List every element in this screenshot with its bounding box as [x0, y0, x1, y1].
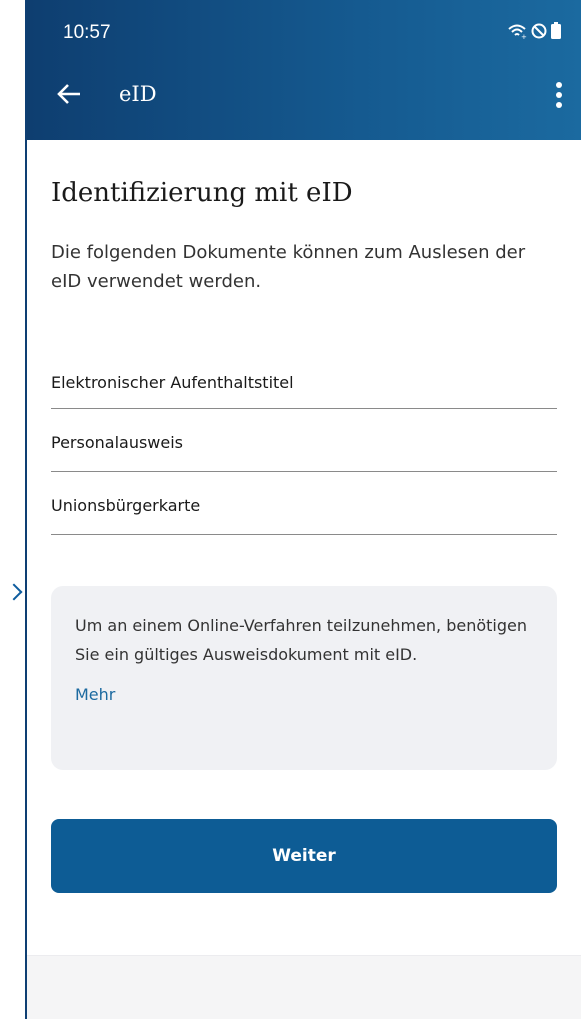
screen: 10:57 + eID Identifizierung mit eID Die …	[0, 0, 581, 1019]
phone-screen: 10:57 + eID Identifizierung mit eID Die …	[25, 0, 581, 1019]
outer-margin	[0, 0, 25, 1019]
overflow-menu-button[interactable]	[547, 76, 571, 114]
status-icons: +	[507, 22, 561, 39]
wifi-calling-icon: +	[507, 23, 527, 39]
battery-icon	[551, 22, 561, 39]
chevron-right-icon	[5, 583, 23, 601]
continue-button[interactable]: Weiter	[51, 819, 557, 893]
more-link[interactable]: Mehr	[75, 685, 115, 704]
app-bar-title: eID	[119, 82, 157, 106]
app-bar: 10:57 + eID	[27, 0, 581, 140]
intro-text: Die folgenden Dokumente können zum Ausle…	[51, 242, 526, 292]
back-button[interactable]	[53, 78, 85, 110]
page-title: Identifizierung mit eID	[51, 178, 353, 208]
list-item: Personalausweis	[51, 409, 557, 472]
arrow-left-icon	[57, 84, 80, 104]
info-text: Um an einem Online-Verfahren teilzunehme…	[75, 616, 528, 664]
list-item: Elektronischer Aufenthaltstitel	[51, 352, 557, 409]
svg-text:+: +	[521, 33, 527, 39]
list-item: Unionsbürgerkarte	[51, 472, 557, 535]
do-not-disturb-icon	[531, 23, 547, 39]
bottom-bar	[27, 955, 581, 1019]
more-vertical-icon	[556, 82, 562, 108]
status-time: 10:57	[63, 22, 111, 43]
document-list: Elektronischer Aufenthaltstitel Personal…	[51, 352, 557, 535]
info-box: Um an einem Online-Verfahren teilzunehme…	[51, 586, 557, 770]
